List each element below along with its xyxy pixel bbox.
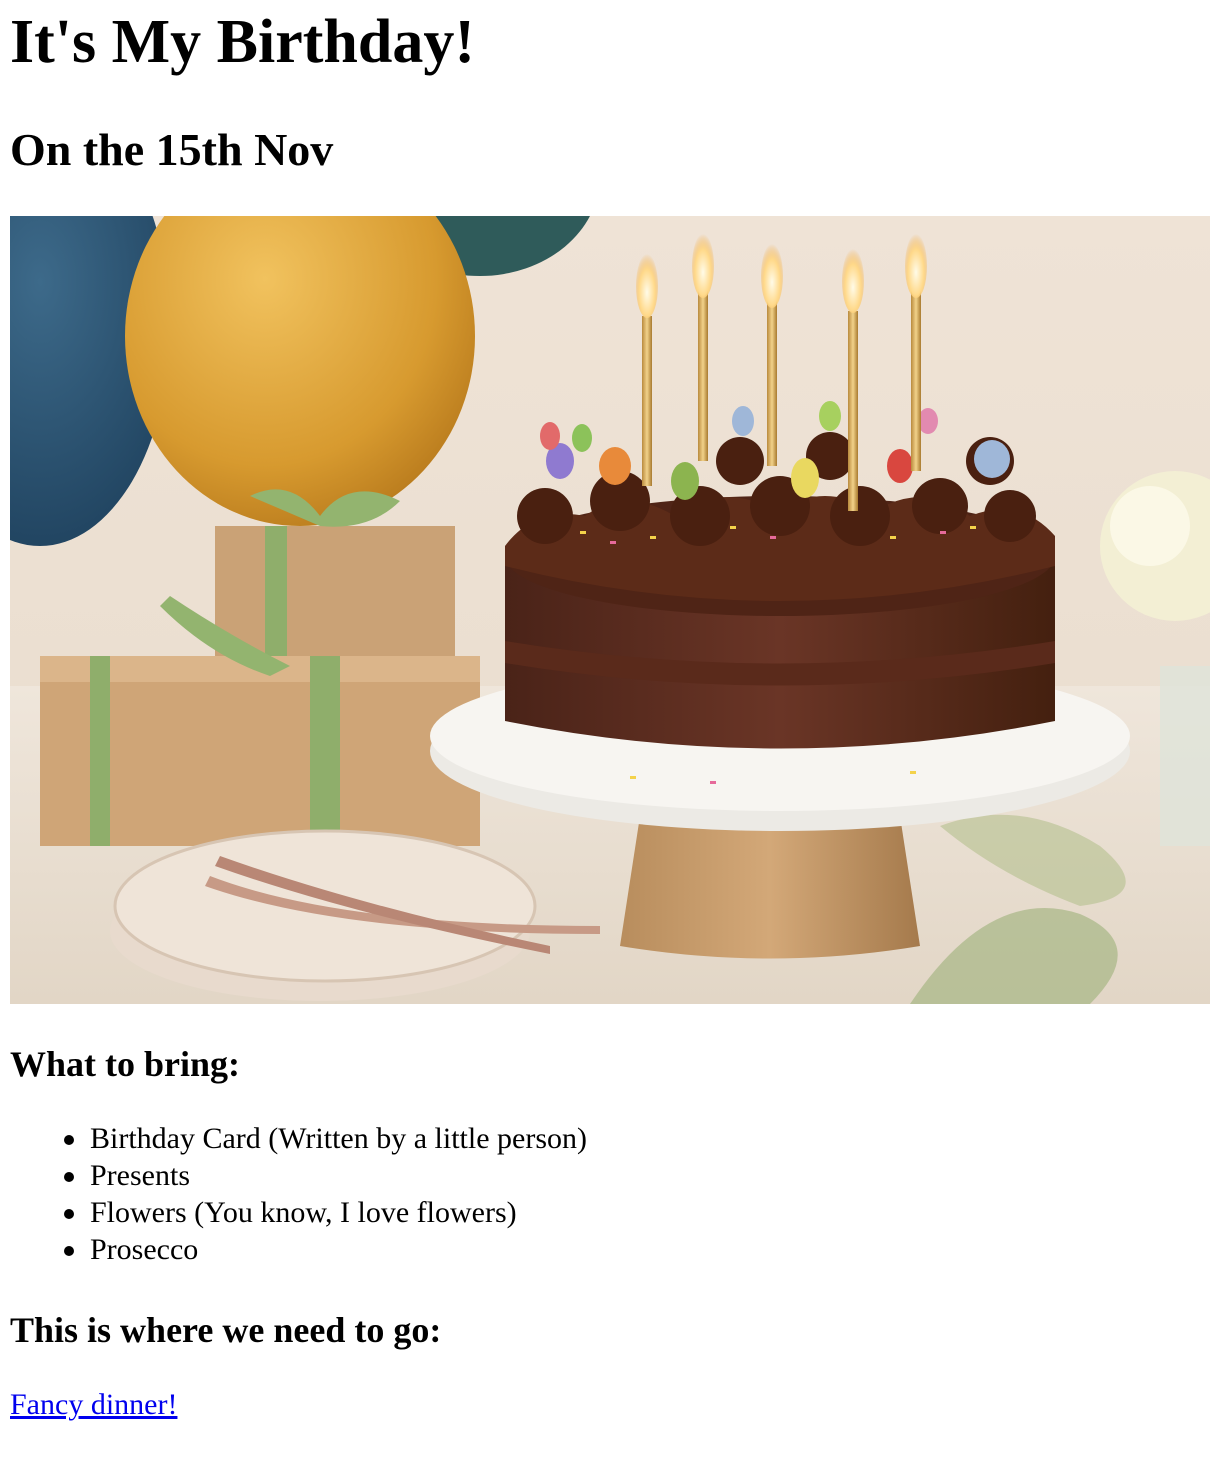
list-item: Flowers (You know, I love flowers) [64, 1194, 587, 1231]
what-to-bring-heading: What to bring: [10, 1044, 241, 1084]
fancy-dinner-link[interactable]: Fancy dinner! [10, 1386, 177, 1423]
list-item: Presents [64, 1157, 587, 1194]
page-subtitle: On the 15th Nov [10, 124, 334, 175]
where-to-go-heading: This is where we need to go: [10, 1310, 442, 1350]
page-title: It's My Birthday! [10, 8, 475, 76]
list-item: Birthday Card (Written by a little perso… [64, 1122, 587, 1155]
birthday-cake-image [10, 216, 1210, 1004]
bring-list: Birthday Card (Written by a little perso… [50, 1120, 587, 1268]
list-item: Prosecco [64, 1231, 587, 1268]
